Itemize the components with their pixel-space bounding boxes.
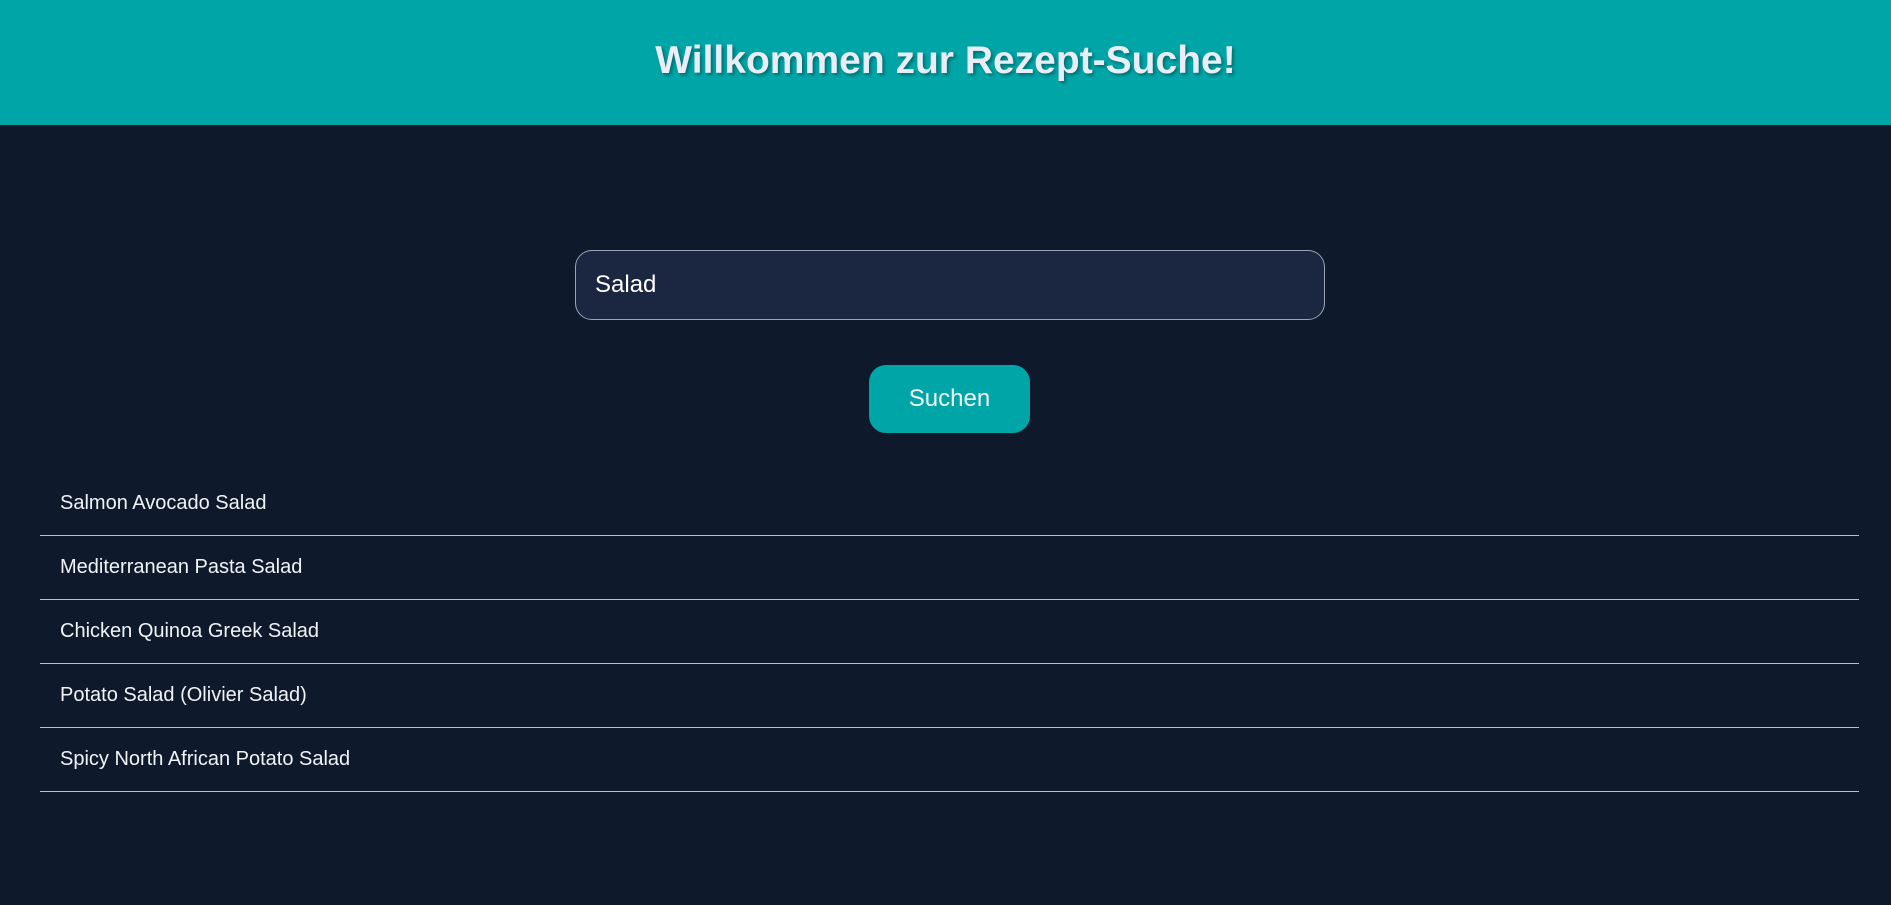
results-list: Salmon Avocado Salad Mediterranean Pasta…	[40, 472, 1859, 792]
result-item[interactable]: Salmon Avocado Salad	[40, 472, 1859, 536]
search-button[interactable]: Suchen	[869, 365, 1030, 433]
app-header: Willkommen zur Rezept-Suche!	[0, 0, 1891, 125]
result-item[interactable]: Potato Salad (Olivier Salad)	[40, 664, 1859, 728]
page-title: Willkommen zur Rezept-Suche!	[655, 38, 1236, 82]
result-item[interactable]: Spicy North African Potato Salad	[40, 728, 1859, 792]
search-input[interactable]	[575, 250, 1325, 320]
result-item[interactable]: Chicken Quinoa Greek Salad	[40, 600, 1859, 664]
result-item[interactable]: Mediterranean Pasta Salad	[40, 536, 1859, 600]
